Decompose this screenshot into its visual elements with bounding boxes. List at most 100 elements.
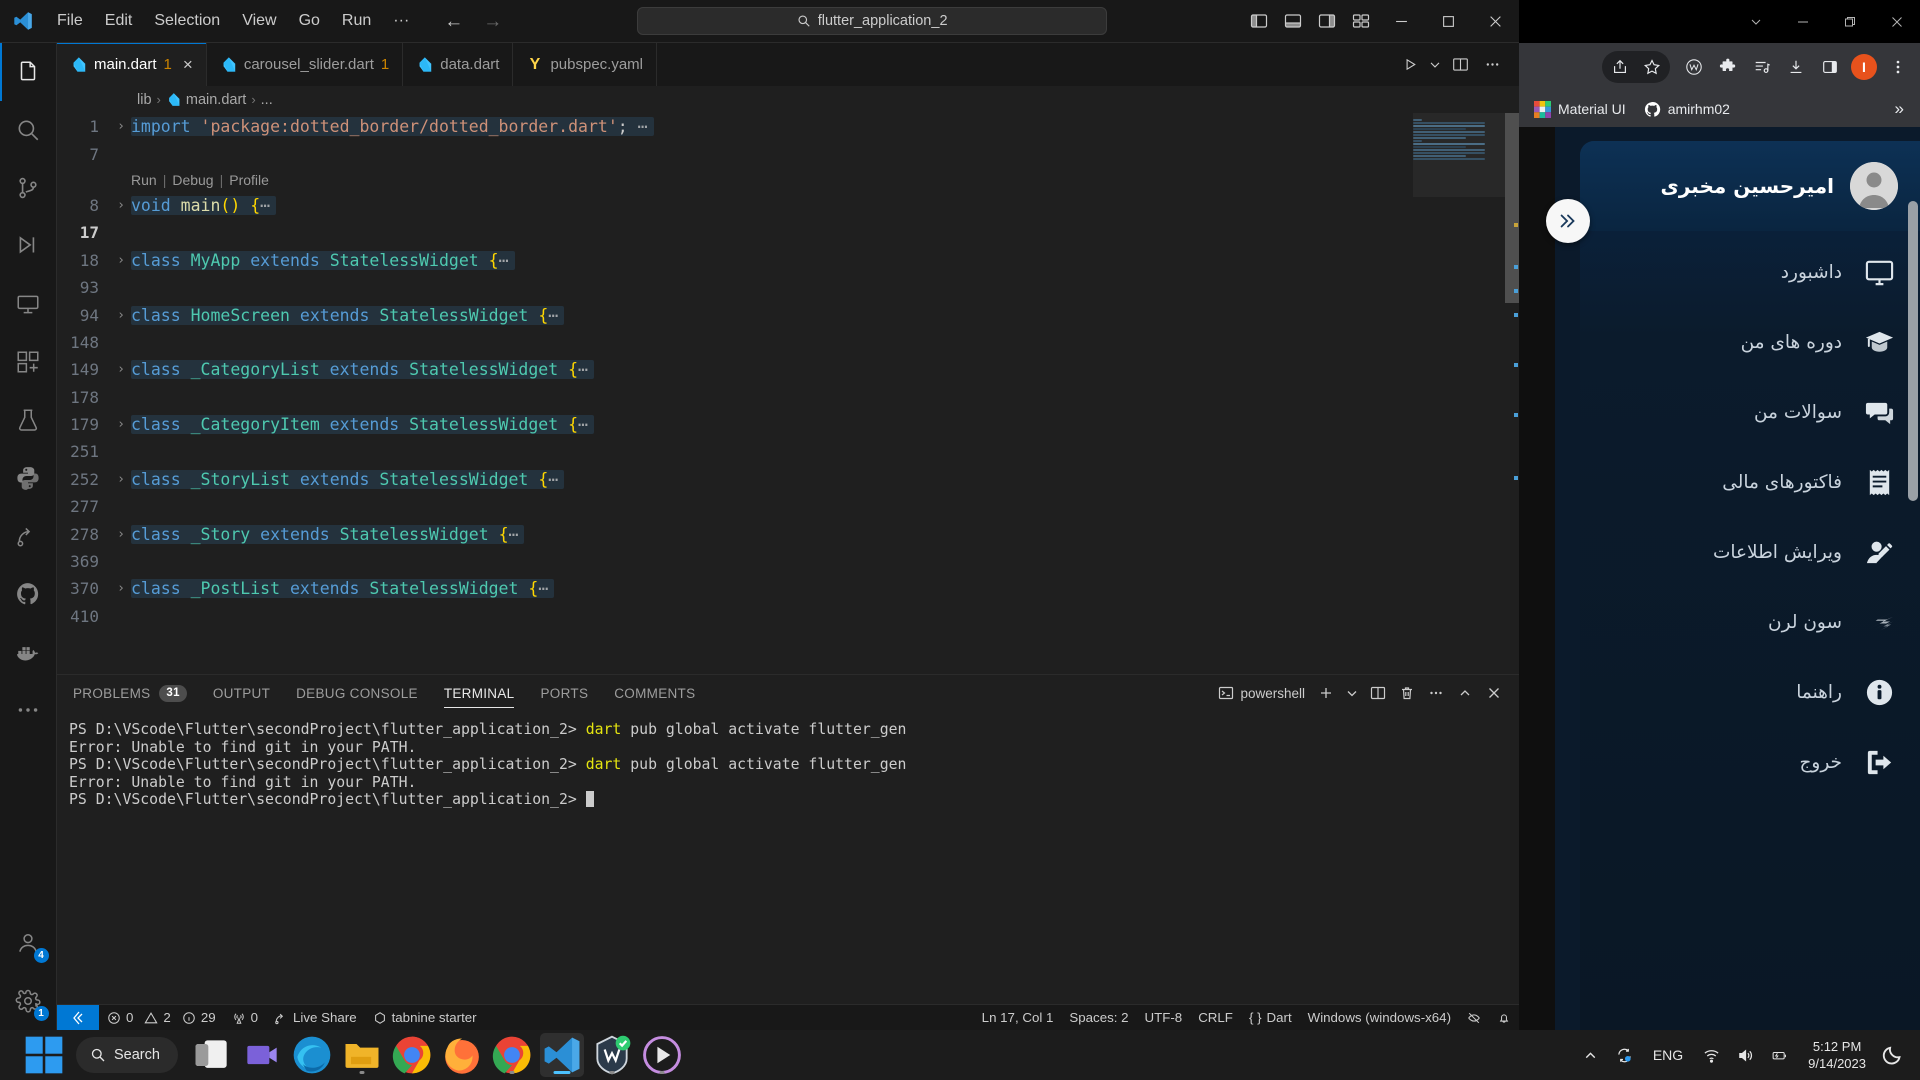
tray-battery-charging-icon[interactable] bbox=[1764, 1036, 1794, 1074]
code-line[interactable]: 410 bbox=[57, 603, 1519, 630]
editor-tab-main-dart[interactable]: main.dart 1 × bbox=[57, 43, 207, 86]
taskbar-edge[interactable] bbox=[290, 1033, 334, 1077]
close-panel-button[interactable] bbox=[1481, 679, 1507, 707]
code-lens-run[interactable]: Run bbox=[131, 172, 157, 188]
extensions-puzzle-icon[interactable] bbox=[1712, 51, 1744, 83]
tray-expand-chevron-icon[interactable] bbox=[1576, 1036, 1606, 1074]
toggle-secondary-sidebar-icon[interactable] bbox=[1310, 4, 1344, 39]
window-close-button[interactable] bbox=[1472, 0, 1519, 43]
editor-scrollbar[interactable] bbox=[1505, 113, 1519, 674]
status-screencast-mode[interactable] bbox=[1459, 1005, 1489, 1031]
sidebar-item-edit-user[interactable]: ویرایش اطلاعات bbox=[1580, 517, 1920, 587]
sidebar-item-logout[interactable]: خروج bbox=[1580, 727, 1920, 797]
command-center-search[interactable]: flutter_application_2 bbox=[637, 7, 1108, 35]
status-live-share[interactable]: Live Share bbox=[266, 1005, 365, 1031]
code-line[interactable]: 93 bbox=[57, 274, 1519, 301]
browser-restore-button[interactable] bbox=[1826, 0, 1873, 43]
browser-tab-search-icon[interactable] bbox=[1732, 0, 1779, 43]
fold-chevron-icon[interactable]: › bbox=[111, 417, 131, 432]
toggle-panel-icon[interactable] bbox=[1276, 4, 1310, 39]
code-line[interactable]: 277 bbox=[57, 493, 1519, 520]
sidebar-item-receipt[interactable]: فاکتورهای مالی bbox=[1580, 447, 1920, 517]
fold-chevron-icon[interactable]: › bbox=[111, 527, 131, 542]
taskbar-vscode[interactable] bbox=[539, 1033, 584, 1077]
code-line[interactable]: 178 bbox=[57, 384, 1519, 411]
notification-center-icon[interactable] bbox=[1880, 1042, 1906, 1068]
editor-scrollbar-thumb[interactable] bbox=[1505, 113, 1519, 303]
toggle-primary-sidebar-icon[interactable] bbox=[1242, 4, 1276, 39]
customize-layout-icon[interactable] bbox=[1344, 4, 1378, 39]
code-lens-debug[interactable]: Debug bbox=[172, 172, 213, 188]
side-panel-icon[interactable] bbox=[1814, 51, 1846, 83]
editor-more-actions-icon[interactable] bbox=[1477, 50, 1507, 80]
wappalyzer-extension-icon[interactable] bbox=[1678, 51, 1710, 83]
panel-tab-comments[interactable]: COMMENTS bbox=[614, 675, 695, 711]
menu-view[interactable]: View bbox=[231, 7, 287, 35]
activity-python[interactable] bbox=[0, 449, 57, 507]
sidebar-item-graduation-cap[interactable]: دوره های من bbox=[1580, 307, 1920, 377]
tray-wifi-icon[interactable] bbox=[1696, 1036, 1726, 1074]
code-line[interactable]: 179 › class _CategoryItem extends Stateles… bbox=[57, 411, 1519, 438]
activity-explorer[interactable] bbox=[0, 43, 57, 101]
activity-remote-explorer[interactable] bbox=[0, 275, 57, 333]
status-eol[interactable]: CRLF bbox=[1190, 1005, 1241, 1031]
sidebar-profile[interactable]: امیرحسین مخبری bbox=[1580, 141, 1920, 231]
code-lens-profile[interactable]: Profile bbox=[229, 172, 269, 188]
run-chevron-down-icon[interactable] bbox=[1427, 50, 1443, 80]
split-terminal-button[interactable] bbox=[1365, 679, 1391, 707]
bookmark-amirhm02[interactable]: amirhm02 bbox=[1637, 97, 1737, 122]
taskbar-chrome-2[interactable] bbox=[490, 1033, 534, 1077]
panel-tab-ports[interactable]: PORTS bbox=[540, 675, 588, 711]
taskbar-teams[interactable] bbox=[240, 1033, 284, 1077]
fold-chevron-icon[interactable]: › bbox=[111, 253, 131, 268]
terminal-output[interactable]: PS D:\VScode\Flutter\secondProject\flutt… bbox=[57, 711, 1519, 1004]
menu-file[interactable]: File bbox=[46, 7, 94, 35]
code-line[interactable]: 8 › void main() {⋯ bbox=[57, 192, 1519, 219]
menu-edit[interactable]: Edit bbox=[94, 7, 144, 35]
kill-terminal-button[interactable] bbox=[1394, 679, 1420, 707]
menu-selection[interactable]: Selection bbox=[143, 7, 231, 35]
code-line[interactable]: 252 › class _StoryList extends StatelessWi… bbox=[57, 466, 1519, 493]
code-line[interactable]: 17 bbox=[57, 219, 1519, 246]
fold-chevron-icon[interactable]: › bbox=[111, 362, 131, 377]
sidebar-item-info[interactable]: راهنما bbox=[1580, 657, 1920, 727]
panel-tab-output[interactable]: OUTPUT bbox=[213, 675, 270, 711]
close-icon[interactable]: × bbox=[183, 56, 193, 73]
panel-tab-problems[interactable]: PROBLEMS 31 bbox=[73, 675, 187, 711]
code-line[interactable]: 7 bbox=[57, 140, 1519, 167]
panel-tab-terminal[interactable]: TERMINAL bbox=[443, 675, 515, 711]
panel-tab-debug-console[interactable]: DEBUG CONSOLE bbox=[296, 675, 418, 711]
maximize-panel-button[interactable] bbox=[1452, 679, 1478, 707]
editor-tab-pubspec-yaml[interactable]: Y pubspec.yaml bbox=[513, 43, 658, 86]
activity-run-debug[interactable] bbox=[0, 217, 57, 275]
code-line[interactable]: 369 bbox=[57, 548, 1519, 575]
status-cursor-position[interactable]: Ln 17, Col 1 bbox=[974, 1005, 1062, 1031]
fold-chevron-icon[interactable]: › bbox=[111, 308, 131, 323]
activity-accounts[interactable]: 4 bbox=[0, 914, 57, 972]
taskbar-chrome-1[interactable] bbox=[390, 1033, 434, 1077]
remote-window-button[interactable] bbox=[57, 1004, 99, 1031]
status-tabnine[interactable]: tabnine starter bbox=[365, 1005, 485, 1031]
tray-language-indicator[interactable]: ENG bbox=[1644, 1047, 1692, 1063]
activity-live-share[interactable] bbox=[0, 507, 57, 565]
bookmark-star-icon[interactable] bbox=[1636, 51, 1668, 83]
fold-chevron-icon[interactable]: › bbox=[111, 472, 131, 487]
bookmark-material-ui[interactable]: Material UI bbox=[1527, 97, 1633, 122]
page-scrollbar-thumb[interactable] bbox=[1908, 201, 1918, 501]
sidebar-item-sevenlearn-logo[interactable]: سون لرن bbox=[1580, 587, 1920, 657]
terminal-profile-chevron-icon[interactable] bbox=[1342, 679, 1362, 707]
new-terminal-button[interactable] bbox=[1313, 679, 1339, 707]
code-line[interactable]: 251 bbox=[57, 438, 1519, 465]
run-button[interactable] bbox=[1395, 50, 1425, 80]
sidebar-collapse-button[interactable] bbox=[1546, 199, 1590, 243]
go-forward-icon[interactable]: → bbox=[483, 12, 502, 31]
window-minimize-button[interactable] bbox=[1378, 0, 1425, 43]
share-icon[interactable] bbox=[1604, 51, 1636, 83]
menu-go[interactable]: Go bbox=[288, 7, 331, 35]
code-line[interactable]: 278 › class _Story extends StatelessWidget… bbox=[57, 520, 1519, 547]
profile-avatar[interactable]: I bbox=[1848, 51, 1880, 83]
status-radio-tower[interactable]: 0 bbox=[224, 1005, 266, 1031]
code-line[interactable]: 149 › class _CategoryList extends Stateles… bbox=[57, 356, 1519, 383]
taskbar-search[interactable]: Search bbox=[76, 1037, 178, 1073]
status-language-mode[interactable]: { } Dart bbox=[1241, 1005, 1300, 1031]
